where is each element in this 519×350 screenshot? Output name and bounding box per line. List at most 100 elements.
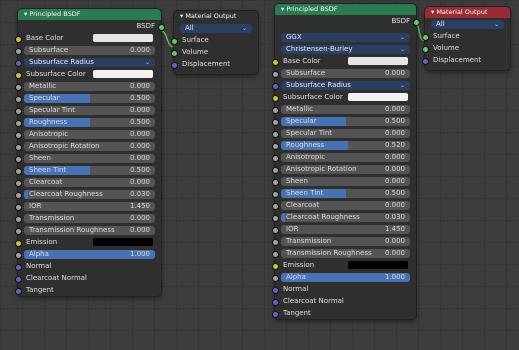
anisotropic-slider[interactable]: Anisotropic 0.000 — [281, 153, 410, 162]
input-socket[interactable] — [14, 203, 22, 211]
input-socket[interactable] — [14, 35, 22, 43]
material-output-node-left[interactable]: ▾ Material Output All ⌄ Surface Volume Dis… — [170, 11, 258, 74]
input-socket[interactable] — [14, 179, 22, 187]
input-socket[interactable] — [271, 274, 279, 282]
principled-bsdf-node-left[interactable]: ▾ Principled BSDF BSDF Base Color Subsurf… — [14, 9, 165, 296]
input-socket[interactable] — [271, 238, 279, 246]
input-socket[interactable] — [271, 298, 279, 306]
input-socket[interactable] — [14, 239, 22, 247]
specular-slider[interactable]: Specular 0.500 — [281, 117, 410, 126]
alpha-slider[interactable]: Alpha 1.000 — [24, 250, 155, 259]
input-socket[interactable] — [271, 190, 279, 198]
specular-tint-slider[interactable]: Specular Tint 0.000 — [281, 129, 410, 138]
input-socket[interactable] — [271, 310, 279, 318]
sheen-tint-slider[interactable]: Sheen Tint 0.500 — [281, 189, 410, 198]
input-socket[interactable] — [14, 215, 22, 223]
input-socket[interactable] — [14, 59, 22, 67]
clearcoat-slider[interactable]: Clearcoat 0.000 — [281, 201, 410, 210]
input-socket[interactable] — [271, 250, 279, 258]
metallic-slider[interactable]: Metallic 0.000 — [281, 105, 410, 114]
subsurface-radius-dropdown[interactable]: Subsurface Radius ⌄ — [24, 58, 155, 67]
transmission-roughness-slider[interactable]: Transmission Roughness 0.000 — [281, 249, 410, 258]
roughness-slider[interactable]: Roughness 0.500 — [24, 118, 155, 127]
input-socket[interactable] — [271, 118, 279, 126]
input-socket[interactable] — [271, 70, 279, 78]
input-socket[interactable] — [14, 263, 22, 271]
input-socket[interactable] — [271, 130, 279, 138]
input-socket[interactable] — [14, 155, 22, 163]
target-dropdown[interactable]: All ⌄ — [431, 20, 504, 29]
input-socket[interactable] — [14, 191, 22, 199]
input-socket[interactable] — [271, 226, 279, 234]
input-socket[interactable] — [14, 131, 22, 139]
input-socket[interactable] — [170, 49, 178, 57]
input-socket[interactable] — [14, 287, 22, 295]
bsdf-output-socket[interactable] — [412, 18, 420, 26]
base-color-color-swatch[interactable] — [348, 57, 408, 65]
emission-color-swatch[interactable] — [348, 261, 408, 269]
node-header[interactable]: ▾ Principled BSDF — [275, 4, 416, 15]
subsurface-radius-dropdown[interactable]: Subsurface Radius ⌄ — [281, 81, 410, 90]
sheen-slider[interactable]: Sheen 0.000 — [281, 177, 410, 186]
input-socket[interactable] — [271, 166, 279, 174]
transmission-slider[interactable]: Transmission 0.000 — [24, 214, 155, 223]
input-socket[interactable] — [271, 262, 279, 270]
input-socket[interactable] — [271, 142, 279, 150]
input-socket[interactable] — [271, 286, 279, 294]
input-socket[interactable] — [14, 95, 22, 103]
clearcoat-roughness-slider[interactable]: Clearcoat Roughness 0.030 — [281, 213, 410, 222]
subsurface-slider[interactable]: Subsurface 0.000 — [281, 69, 410, 78]
input-socket[interactable] — [14, 71, 22, 79]
node-header[interactable]: ▾ Principled BSDF — [18, 9, 161, 20]
input-socket[interactable] — [271, 214, 279, 222]
metallic-slider[interactable]: Metallic 0.000 — [24, 82, 155, 91]
input-socket[interactable] — [14, 107, 22, 115]
input-socket[interactable] — [14, 83, 22, 91]
principled-bsdf-node-right[interactable]: ▾ Principled BSDF BSDF GGX ⌄ Christensen… — [271, 4, 420, 319]
distribution-dropdown[interactable]: GGX ⌄ — [281, 33, 410, 42]
specular-tint-slider[interactable]: Specular Tint 0.000 — [24, 106, 155, 115]
input-socket[interactable] — [170, 37, 178, 45]
input-socket[interactable] — [14, 251, 22, 259]
anisotropic-rotation-slider[interactable]: Anisotropic Rotation 0.000 — [281, 165, 410, 174]
transmission-slider[interactable]: Transmission 0.000 — [281, 237, 410, 246]
input-socket[interactable] — [421, 45, 429, 53]
ior-slider[interactable]: IOR 1.450 — [281, 225, 410, 234]
input-socket[interactable] — [14, 143, 22, 151]
input-socket[interactable] — [271, 82, 279, 90]
transmission-roughness-slider[interactable]: Transmission Roughness 0.000 — [24, 226, 155, 235]
input-socket[interactable] — [170, 61, 178, 69]
input-socket[interactable] — [14, 119, 22, 127]
input-socket[interactable] — [14, 275, 22, 283]
input-socket[interactable] — [14, 167, 22, 175]
input-socket[interactable] — [271, 154, 279, 162]
specular-slider[interactable]: Specular 0.500 — [24, 94, 155, 103]
input-socket[interactable] — [271, 94, 279, 102]
input-socket[interactable] — [271, 58, 279, 66]
ior-slider[interactable]: IOR 1.450 — [24, 202, 155, 211]
input-socket[interactable] — [271, 202, 279, 210]
subsurface-slider[interactable]: Subsurface 0.000 — [24, 46, 155, 55]
subsurface-color-color-swatch[interactable] — [348, 93, 408, 101]
sheen-slider[interactable]: Sheen 0.000 — [24, 154, 155, 163]
bsdf-output-socket[interactable] — [157, 23, 165, 31]
emission-color-swatch[interactable] — [93, 238, 153, 246]
input-socket[interactable] — [421, 33, 429, 41]
roughness-slider[interactable]: Roughness 0.520 — [281, 141, 410, 150]
target-dropdown[interactable]: All ⌄ — [180, 24, 252, 33]
input-socket[interactable] — [14, 227, 22, 235]
subsurface-method-dropdown[interactable]: Christensen-Burley ⌄ — [281, 45, 410, 54]
clearcoat-roughness-slider[interactable]: Clearcoat Roughness 0.030 — [24, 190, 155, 199]
node-header[interactable]: ▾ Material Output — [174, 11, 258, 22]
anisotropic-rotation-slider[interactable]: Anisotropic Rotation 0.000 — [24, 142, 155, 151]
base-color-color-swatch[interactable] — [93, 34, 153, 42]
material-output-node-right[interactable]: ▾ Material Output All ⌄ Surface Volume Dis… — [421, 7, 510, 70]
alpha-slider[interactable]: Alpha 1.000 — [281, 273, 410, 282]
node-header[interactable]: ▾ Material Output — [425, 7, 510, 18]
clearcoat-slider[interactable]: Clearcoat 0.000 — [24, 178, 155, 187]
subsurface-color-color-swatch[interactable] — [93, 70, 153, 78]
input-socket[interactable] — [14, 47, 22, 55]
anisotropic-slider[interactable]: Anisotropic 0.000 — [24, 130, 155, 139]
sheen-tint-slider[interactable]: Sheen Tint 0.500 — [24, 166, 155, 175]
input-socket[interactable] — [421, 57, 429, 65]
